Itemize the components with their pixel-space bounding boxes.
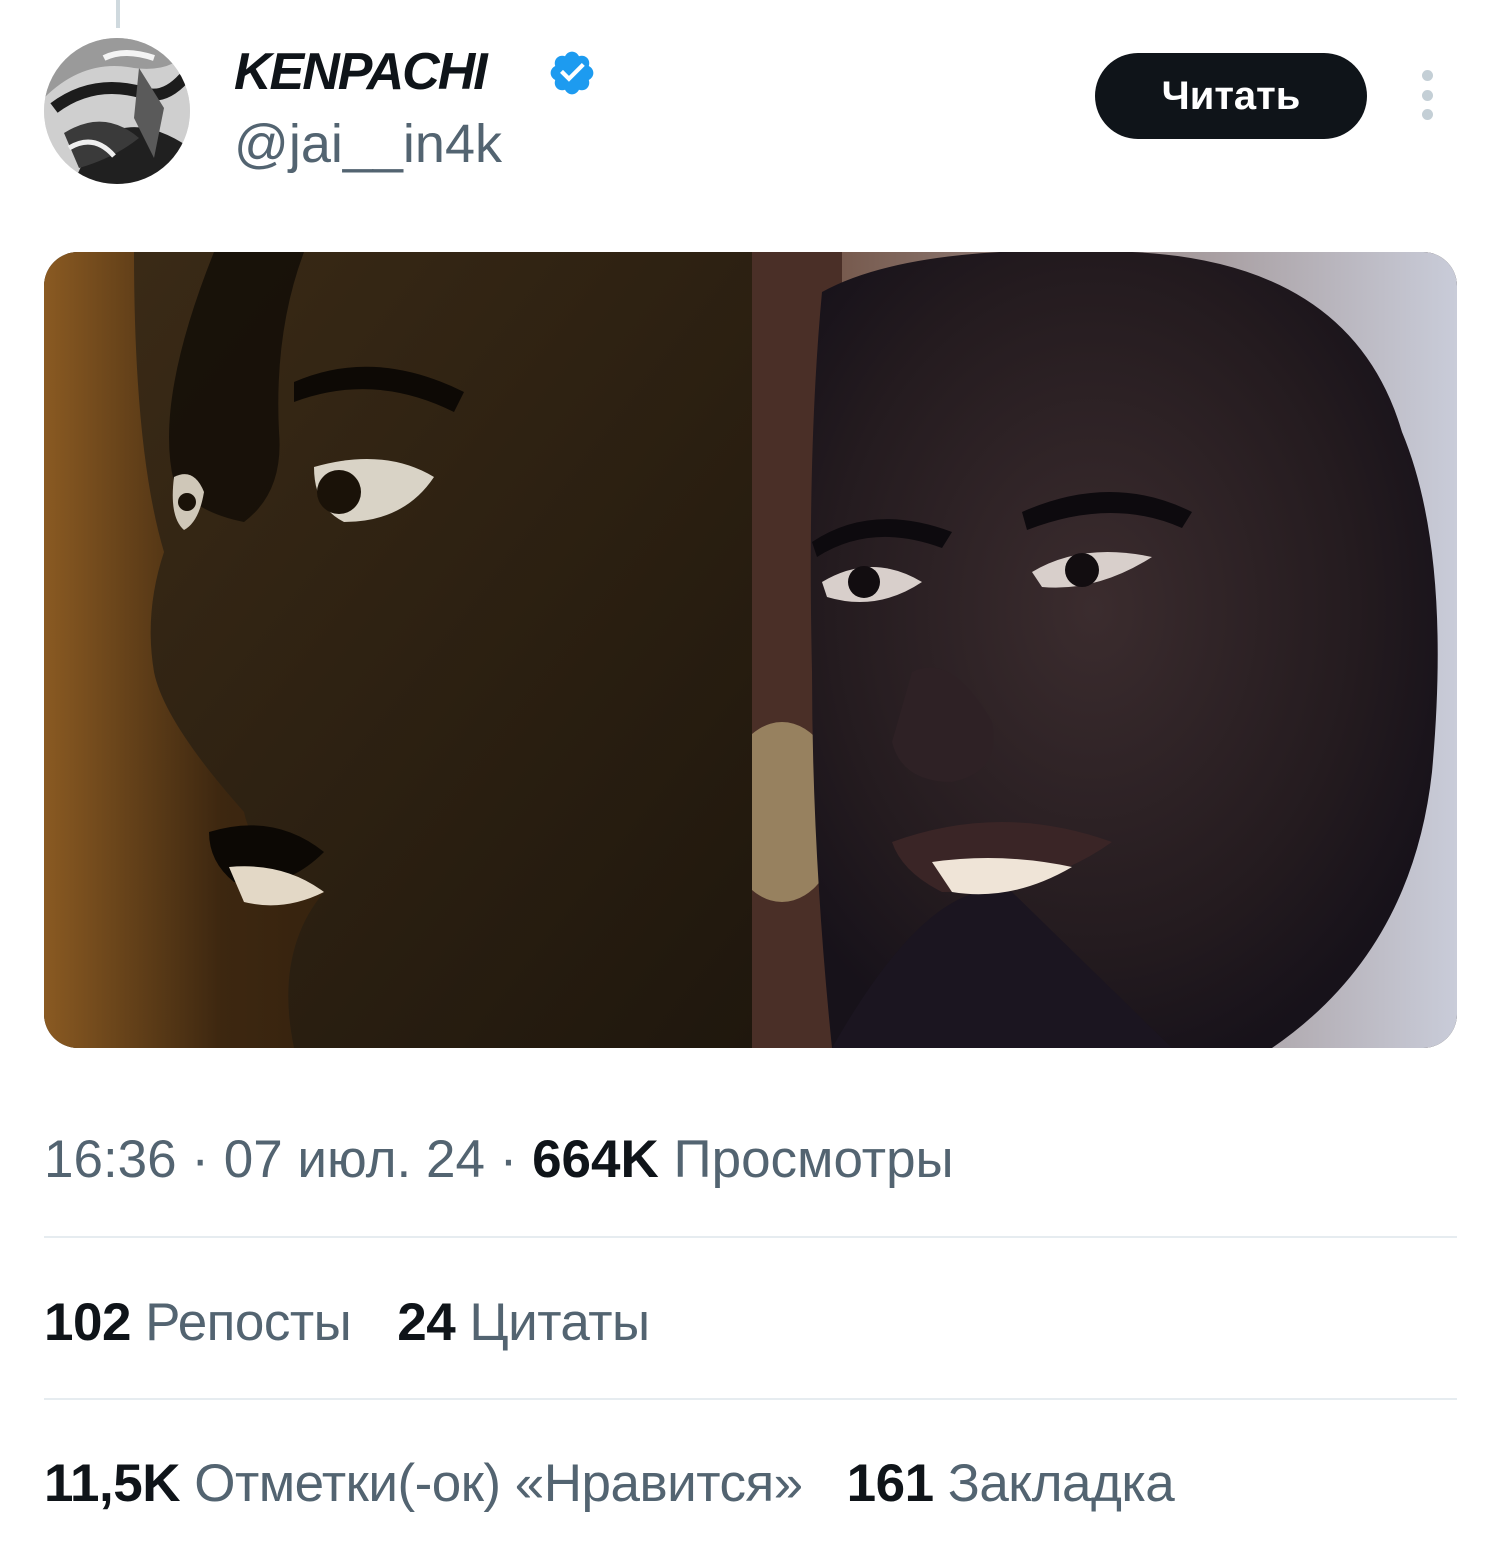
tweet-media[interactable] bbox=[44, 252, 1457, 1048]
meta-separator: · bbox=[484, 1130, 533, 1189]
bookmarks-label: Закладка bbox=[947, 1454, 1175, 1513]
tweet-time[interactable]: 16:36 bbox=[44, 1130, 177, 1189]
reposts-label: Репосты bbox=[145, 1293, 352, 1352]
stats-row-shares: 102 Репосты 24 Цитаты bbox=[44, 1288, 650, 1358]
thread-connector-line bbox=[116, 0, 120, 28]
media-image-animated-face bbox=[44, 252, 752, 1048]
divider bbox=[44, 1236, 1457, 1238]
likes-label: Отметки(-ок) «Нравится» bbox=[194, 1454, 803, 1513]
more-dot bbox=[1421, 89, 1433, 101]
views-count: 664K bbox=[532, 1130, 659, 1189]
stats-row-engagement: 11,5K Отметки(-ок) «Нравится» 161 Закладк… bbox=[44, 1449, 1175, 1519]
author-display-name[interactable]: KENPACHI bbox=[234, 40, 488, 104]
more-options-icon[interactable] bbox=[1410, 70, 1444, 120]
tweet-meta: 16:36 · 07 июл. 24 · 664K Просмотры bbox=[44, 1125, 954, 1195]
verified-badge-icon bbox=[550, 51, 594, 95]
author-handle[interactable]: @jai__in4k bbox=[234, 112, 502, 176]
avatar[interactable] bbox=[44, 38, 190, 184]
bookmarks-count: 161 bbox=[846, 1454, 934, 1513]
more-dot bbox=[1421, 70, 1433, 81]
follow-button[interactable]: Читать bbox=[1095, 53, 1367, 139]
reposts-count: 102 bbox=[44, 1293, 131, 1352]
meta-separator: · bbox=[176, 1130, 224, 1189]
media-image-photo-face bbox=[752, 252, 1457, 1048]
views-label: Просмотры bbox=[673, 1130, 954, 1189]
quotes-label: Цитаты bbox=[469, 1293, 650, 1352]
reposts-stat[interactable]: 102 Репосты bbox=[44, 1293, 352, 1352]
quotes-stat[interactable]: 24 Цитаты bbox=[397, 1293, 650, 1352]
likes-stat[interactable]: 11,5K Отметки(-ок) «Нравится» bbox=[44, 1454, 803, 1513]
more-dot bbox=[1421, 109, 1433, 120]
avatar-image bbox=[44, 38, 190, 184]
tweet-date[interactable]: 07 июл. 24 bbox=[224, 1130, 485, 1189]
bookmarks-stat[interactable]: 161 Закладка bbox=[847, 1454, 1175, 1513]
quotes-count: 24 bbox=[397, 1293, 456, 1352]
likes-count: 11,5K bbox=[44, 1454, 181, 1513]
divider bbox=[44, 1398, 1457, 1400]
